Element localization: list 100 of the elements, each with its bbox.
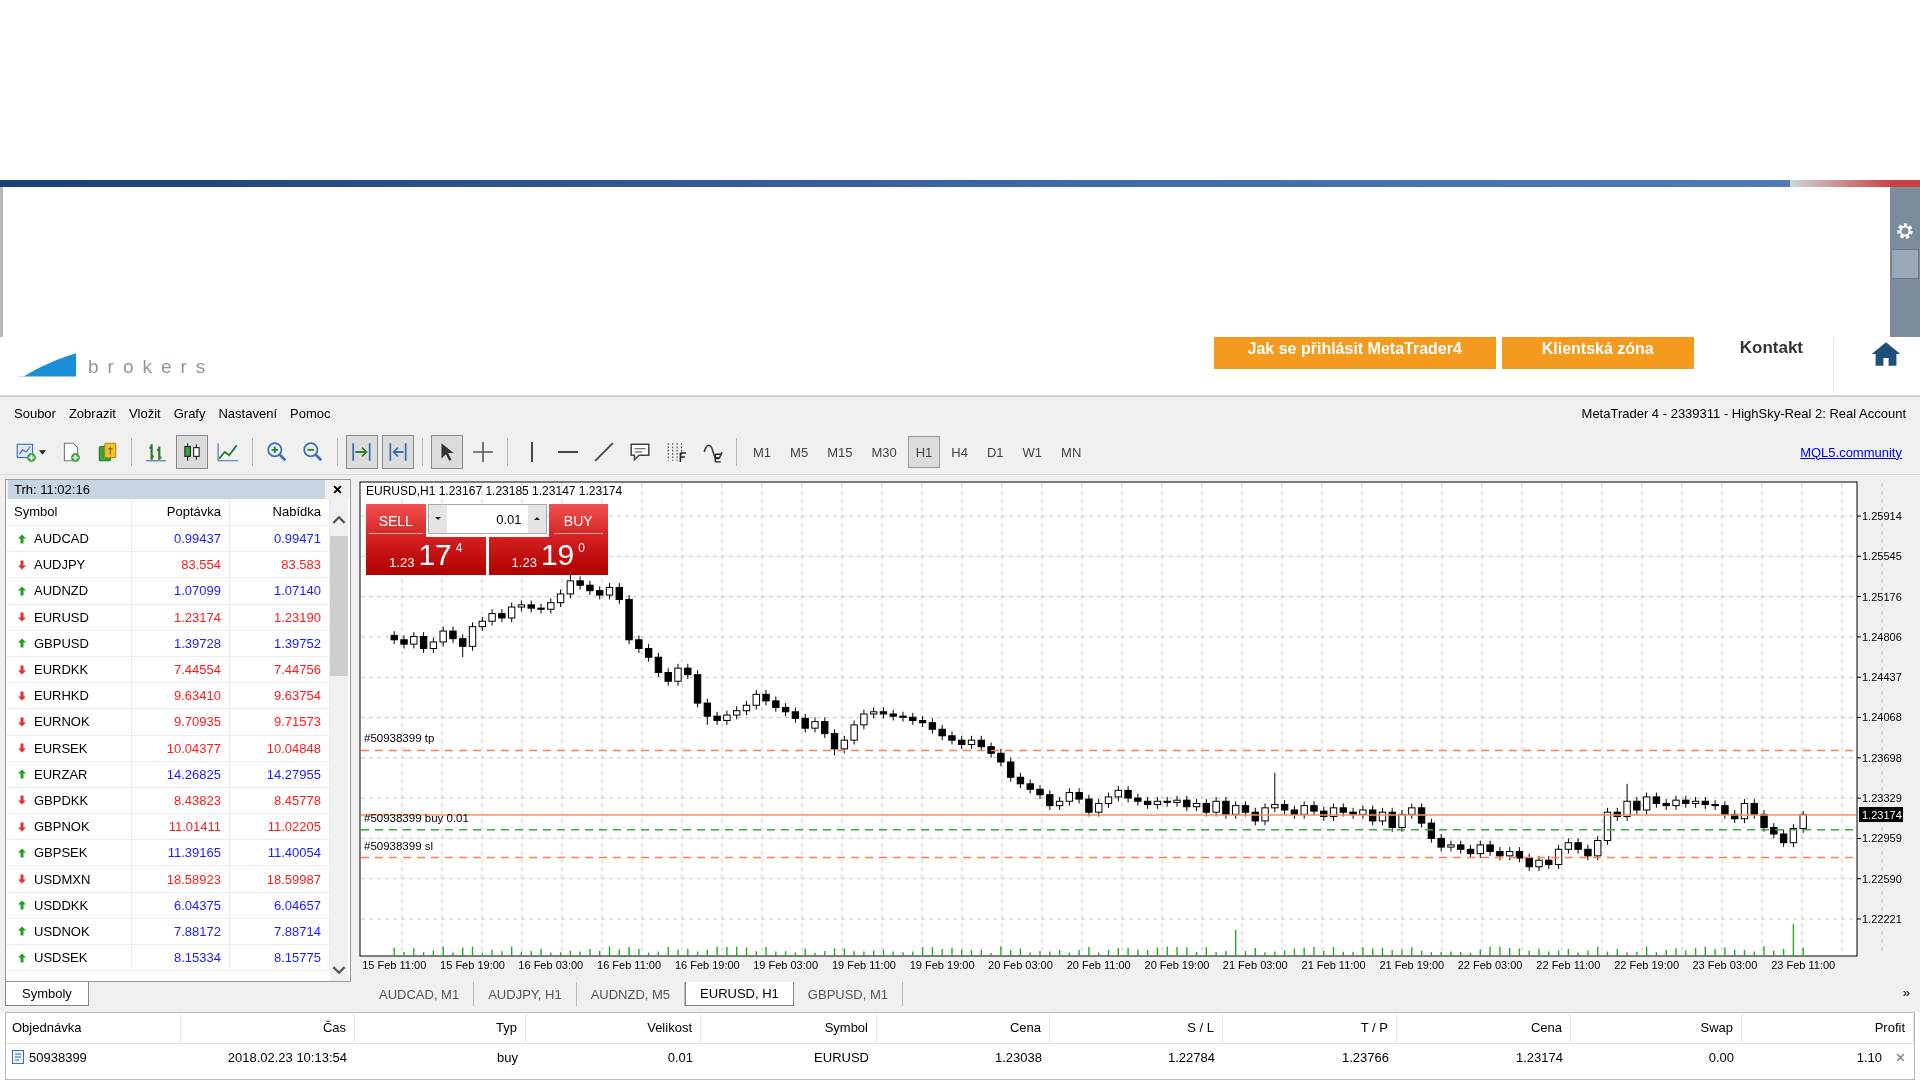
bid-price: 1.39728: [132, 630, 230, 656]
timeframe-button[interactable]: MN: [1053, 436, 1090, 468]
time-label: 21 Feb 19:00: [1379, 959, 1445, 971]
panel-tab[interactable]: Symboly: [5, 982, 89, 1006]
chart-tab[interactable]: AUDCAD, M1: [365, 982, 475, 1006]
table-cell-text: 0.01: [666, 1049, 694, 1065]
column-header[interactable]: Swap: [1571, 1014, 1742, 1042]
bid-price: 9.63410: [132, 683, 230, 709]
column-header[interactable]: Čas: [181, 1014, 355, 1042]
table-cell-text: buy: [496, 1049, 519, 1065]
table-cell-text: 0.00: [1707, 1049, 1735, 1065]
bid-price: 8.15334: [132, 945, 230, 971]
time-label: 21 Feb 03:00: [1222, 959, 1288, 971]
time-label: 20 Feb 11:00: [1066, 959, 1131, 971]
symbol-name: GBPUSD: [34, 635, 89, 651]
time-label: 16 Feb 11:00: [597, 959, 662, 971]
price-label: 1.22959: [1862, 832, 1902, 845]
timeframe-button[interactable]: M15: [819, 436, 861, 468]
order-label: #50938399 buy 0.01: [364, 811, 469, 824]
time-label: 22 Feb 19:00: [1614, 959, 1680, 971]
column-header[interactable]: Typ: [355, 1014, 526, 1042]
bid-price: 18.58923: [132, 866, 230, 892]
price-label: 1.24437: [1862, 671, 1902, 684]
table-cell: 50938399: [29, 1049, 87, 1065]
column-header[interactable]: Velikost: [526, 1014, 701, 1042]
logo-text: brokers: [88, 357, 215, 377]
column-header[interactable]: Symbol: [701, 1014, 877, 1042]
column-header[interactable]: Cena: [1397, 1014, 1571, 1042]
bid-price: 1.07099: [132, 578, 230, 604]
menu-item[interactable]: Vložit: [128, 406, 161, 421]
price-label: 1.25545: [1862, 550, 1902, 563]
table-cell-text: 1.23766: [1341, 1049, 1390, 1065]
table-cell-text: 1.23174: [1515, 1049, 1564, 1065]
menu-item[interactable]: Pomoc: [290, 406, 331, 421]
timeframe-button[interactable]: M1: [745, 436, 780, 468]
time-label: 16 Feb 19:00: [674, 959, 740, 971]
chart-tab[interactable]: AUDJPY, H1: [474, 982, 577, 1006]
time-label: 20 Feb 19:00: [1144, 959, 1210, 971]
timeframe-button[interactable]: M30: [863, 436, 905, 468]
column-header[interactable]: Profit: [1742, 1014, 1914, 1042]
price-label: 1.24806: [1862, 630, 1902, 643]
symbol-name: GBPSEK: [34, 845, 88, 861]
symbol-name: EURZAR: [34, 766, 88, 782]
time-label: 22 Feb 11:00: [1536, 959, 1601, 971]
chart-title: EURUSD,H1 1.23167 1.23185 1.23147 1.23174: [366, 484, 623, 498]
column-header[interactable]: Objednávka: [6, 1014, 181, 1042]
time-label: 15 Feb 19:00: [440, 959, 505, 971]
time-label: 23 Feb 03:00: [1692, 959, 1758, 971]
symbol-name: EURDKK: [34, 662, 89, 678]
column-header[interactable]: Cena: [877, 1014, 1050, 1042]
table-cell-text: EURUSD: [813, 1049, 870, 1065]
menu-item[interactable]: Grafy: [173, 406, 206, 421]
menu-item[interactable]: Nastavení: [218, 406, 278, 421]
panel-title: Trh: 11:02:16: [8, 480, 325, 499]
sell-button[interactable]: SELL: [366, 504, 426, 537]
menu-item[interactable]: Zobrazit: [68, 406, 116, 421]
symbol-name: USDNOK: [34, 923, 90, 939]
symbol-name: EURHKD: [34, 688, 89, 704]
community-link[interactable]: MQL5.community: [1800, 444, 1902, 460]
bid-price: 0.99437: [132, 526, 230, 552]
chart-tab[interactable]: GBPUSD, M1: [793, 982, 904, 1006]
bid-price: 10.04377: [132, 735, 230, 761]
column-header[interactable]: T / P: [1223, 1014, 1397, 1042]
time-label: 21 Feb 11:00: [1301, 959, 1366, 971]
contact-link[interactable]: Kontakt: [1739, 337, 1834, 393]
bid-price: 6.04375: [132, 892, 230, 918]
column-header[interactable]: S / L: [1050, 1014, 1223, 1042]
time-label: 23 Feb 11:00: [1771, 959, 1836, 971]
symbol-name: AUDJPY: [34, 557, 86, 573]
lot-size-field[interactable]: 0.01: [427, 504, 547, 534]
column-header[interactable]: Symbol: [6, 499, 132, 525]
menu-item[interactable]: Soubor: [14, 406, 56, 421]
price-label: 1.22221: [1862, 913, 1902, 925]
timeframe-button[interactable]: H1: [907, 436, 941, 468]
timeframe-button[interactable]: W1: [1014, 436, 1051, 468]
window-title: MetaTrader 4 - 2339311 - HighSky-Real 2: Real Account: [1581, 406, 1906, 421]
time-label: 16 Feb 03:00: [518, 959, 584, 971]
timeframe-button[interactable]: H4: [943, 436, 976, 468]
buy-button[interactable]: BUY: [548, 504, 608, 537]
time-label: 20 Feb 03:00: [988, 959, 1053, 971]
bid-price: 7.88172: [132, 918, 230, 944]
table-cell-text: 1.10: [1855, 1049, 1883, 1065]
symbol-name: AUDCAD: [34, 531, 89, 547]
column-header[interactable]: Poptávka: [132, 499, 230, 525]
more-tabs-button[interactable]: »: [1902, 982, 1910, 1004]
bid-price-tag: 1.23174: [1859, 807, 1903, 822]
bid-price: 1.23174: [132, 604, 230, 630]
bid-price: 8.43823: [132, 787, 230, 813]
price-label: 1.22590: [1862, 872, 1902, 885]
bid-price: 11.39165: [132, 840, 230, 866]
timeframe-button[interactable]: D1: [978, 436, 1012, 468]
price-label: 1.25914: [1862, 510, 1902, 523]
price-label: 1.23698: [1862, 751, 1902, 764]
chart-tab[interactable]: EURUSD, H1: [685, 982, 794, 1006]
order-label: #50938399 tp: [364, 732, 435, 745]
symbol-name: EURUSD: [34, 609, 89, 625]
timeframe-button[interactable]: M5: [782, 436, 817, 468]
symbol-name: EURSEK: [34, 740, 88, 756]
time-label: 15 Feb 11:00: [362, 959, 427, 971]
price-label: 1.25176: [1862, 590, 1902, 603]
